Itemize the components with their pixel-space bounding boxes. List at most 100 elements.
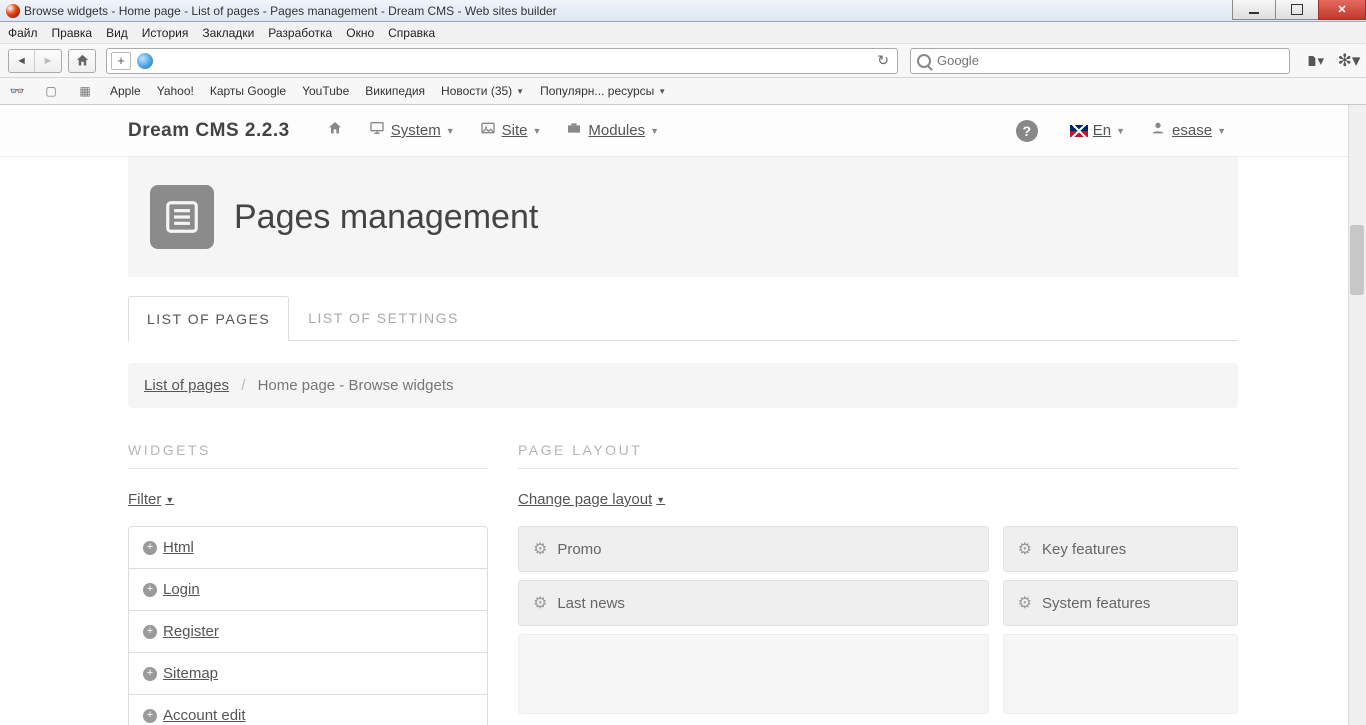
layout-column: PAGE LAYOUT Change page layout ▼ ⚙ Promo… bbox=[518, 442, 1238, 725]
layout-block-last-news[interactable]: ⚙ Last news bbox=[518, 580, 989, 626]
bookmark-youtube[interactable]: YouTube bbox=[302, 84, 349, 98]
add-icon: + bbox=[143, 541, 157, 555]
home-button[interactable] bbox=[68, 49, 96, 73]
add-icon: + bbox=[143, 625, 157, 639]
bookmarks-bar: 👓 ▢ ▦ Apple Yahoo! Карты Google YouTube … bbox=[0, 78, 1366, 105]
bookmark-gmaps[interactable]: Карты Google bbox=[210, 84, 286, 98]
nav-home[interactable] bbox=[314, 114, 356, 147]
nav-site[interactable]: Site ▼ bbox=[467, 114, 554, 147]
page-action-button[interactable]: ▾ bbox=[1306, 52, 1324, 70]
search-input[interactable] bbox=[937, 53, 1283, 68]
widget-label: Html bbox=[163, 539, 194, 556]
url-input[interactable] bbox=[157, 49, 873, 73]
menu-view[interactable]: Вид bbox=[106, 26, 128, 40]
lang-label: En bbox=[1093, 122, 1111, 139]
caret-icon: ▼ bbox=[656, 495, 665, 505]
brand[interactable]: Dream CMS 2.2.3 bbox=[128, 120, 290, 142]
tab-list-of-pages[interactable]: LIST OF PAGES bbox=[128, 296, 289, 341]
breadcrumb: List of pages / Home page - Browse widge… bbox=[128, 363, 1238, 408]
scrollbar-thumb[interactable] bbox=[1350, 225, 1364, 295]
widget-item-login[interactable]: + Login bbox=[129, 568, 487, 610]
page-icon bbox=[1306, 53, 1317, 69]
search-icon bbox=[917, 54, 931, 68]
widget-label: Register bbox=[163, 623, 219, 640]
lang-switcher[interactable]: En ▼ bbox=[1058, 116, 1137, 145]
layout-dropzone[interactable] bbox=[518, 634, 989, 714]
nav-site-label: Site bbox=[502, 122, 528, 139]
browser-menubar: Файл Правка Вид История Закладки Разрабо… bbox=[0, 22, 1366, 44]
firefox-icon bbox=[6, 4, 20, 18]
search-bar[interactable] bbox=[910, 48, 1290, 74]
layout-side-col: ⚙ Key features ⚙ System features bbox=[1003, 526, 1238, 714]
layout-dropzone[interactable] bbox=[1003, 634, 1238, 714]
bookmark-icon[interactable]: ▢ bbox=[42, 84, 60, 98]
add-icon: + bbox=[143, 583, 157, 597]
nav-system[interactable]: System ▼ bbox=[356, 114, 467, 147]
close-button[interactable] bbox=[1318, 0, 1366, 20]
filter-dropdown[interactable]: Filter ▼ bbox=[128, 491, 174, 508]
nav-modules[interactable]: Modules ▼ bbox=[553, 114, 671, 147]
widget-label: Sitemap bbox=[163, 665, 218, 682]
user-icon bbox=[1149, 120, 1167, 141]
new-tab-button[interactable]: + bbox=[111, 52, 131, 70]
layout-block-key-features[interactable]: ⚙ Key features bbox=[1003, 526, 1238, 572]
widget-item-html[interactable]: + Html bbox=[129, 527, 487, 568]
caret-icon: ▼ bbox=[1217, 126, 1226, 136]
widgets-column: WIDGETS Filter ▼ + Html + Login + bbox=[128, 442, 488, 725]
gear-icon: ⚙ bbox=[533, 539, 547, 559]
flag-uk-icon bbox=[1070, 125, 1088, 137]
filter-label: Filter bbox=[128, 491, 161, 508]
bookmark-apple[interactable]: Apple bbox=[110, 84, 141, 98]
settings-gear-button[interactable]: ✻▾ bbox=[1340, 52, 1358, 70]
widget-item-register[interactable]: + Register bbox=[129, 610, 487, 652]
widget-label: Login bbox=[163, 581, 200, 598]
bookmark-yahoo[interactable]: Yahoo! bbox=[157, 84, 194, 98]
glasses-icon[interactable]: 👓 bbox=[8, 84, 26, 98]
bookmark-news[interactable]: Новости (35) ▼ bbox=[441, 84, 524, 98]
gear-icon: ⚙ bbox=[1018, 593, 1032, 613]
add-icon: + bbox=[143, 667, 157, 681]
menu-window[interactable]: Окно bbox=[346, 26, 374, 40]
menu-develop[interactable]: Разработка bbox=[268, 26, 332, 40]
widgets-header: WIDGETS bbox=[128, 442, 488, 469]
menu-history[interactable]: История bbox=[142, 26, 189, 40]
reload-button[interactable]: ↻ bbox=[873, 52, 893, 69]
widget-item-account-edit[interactable]: + Account edit bbox=[129, 694, 487, 725]
url-bar[interactable]: + ↻ bbox=[106, 48, 898, 74]
back-button[interactable]: ◄ bbox=[9, 50, 35, 72]
bookmark-popular[interactable]: Популярн... ресурсы ▼ bbox=[540, 84, 666, 98]
menu-help[interactable]: Справка bbox=[388, 26, 435, 40]
user-menu[interactable]: esase ▼ bbox=[1137, 114, 1238, 147]
bookmark-wikipedia[interactable]: Википедия bbox=[365, 84, 425, 98]
maximize-button[interactable] bbox=[1275, 0, 1319, 20]
user-label: esase bbox=[1172, 122, 1212, 139]
nav-system-label: System bbox=[391, 122, 441, 139]
caret-icon: ▼ bbox=[165, 495, 174, 505]
change-layout-dropdown[interactable]: Change page layout ▼ bbox=[518, 491, 665, 508]
layout-block-label: Last news bbox=[557, 595, 625, 612]
layout-block-promo[interactable]: ⚙ Promo bbox=[518, 526, 989, 572]
scrollbar-track[interactable] bbox=[1348, 105, 1366, 725]
gear-icon: ⚙ bbox=[1018, 539, 1032, 559]
change-layout-label: Change page layout bbox=[518, 491, 652, 508]
briefcase-icon bbox=[565, 120, 583, 141]
layout-block-system-features[interactable]: ⚙ System features bbox=[1003, 580, 1238, 626]
help-button[interactable]: ? bbox=[1016, 120, 1038, 142]
browser-viewport: Dream CMS 2.2.3 System ▼ Site ▼ bbox=[0, 105, 1366, 725]
layout-block-label: System features bbox=[1042, 595, 1150, 612]
menu-bookmarks[interactable]: Закладки bbox=[202, 26, 254, 40]
tab-list-of-settings[interactable]: LIST OF SETTINGS bbox=[289, 295, 478, 340]
window-controls bbox=[1233, 0, 1366, 21]
menu-file[interactable]: Файл bbox=[8, 26, 38, 40]
minimize-button[interactable] bbox=[1232, 0, 1276, 20]
caret-icon: ▼ bbox=[1116, 126, 1125, 136]
content-columns: WIDGETS Filter ▼ + Html + Login + bbox=[128, 442, 1238, 725]
widget-item-sitemap[interactable]: + Sitemap bbox=[129, 652, 487, 694]
forward-button[interactable]: ► bbox=[35, 50, 61, 72]
layout-block-label: Key features bbox=[1042, 541, 1126, 558]
pages-icon bbox=[150, 185, 214, 249]
menu-edit[interactable]: Правка bbox=[52, 26, 93, 40]
nav-buttons: ◄ ► bbox=[8, 49, 62, 73]
breadcrumb-root[interactable]: List of pages bbox=[144, 377, 229, 394]
apps-icon[interactable]: ▦ bbox=[76, 84, 94, 98]
